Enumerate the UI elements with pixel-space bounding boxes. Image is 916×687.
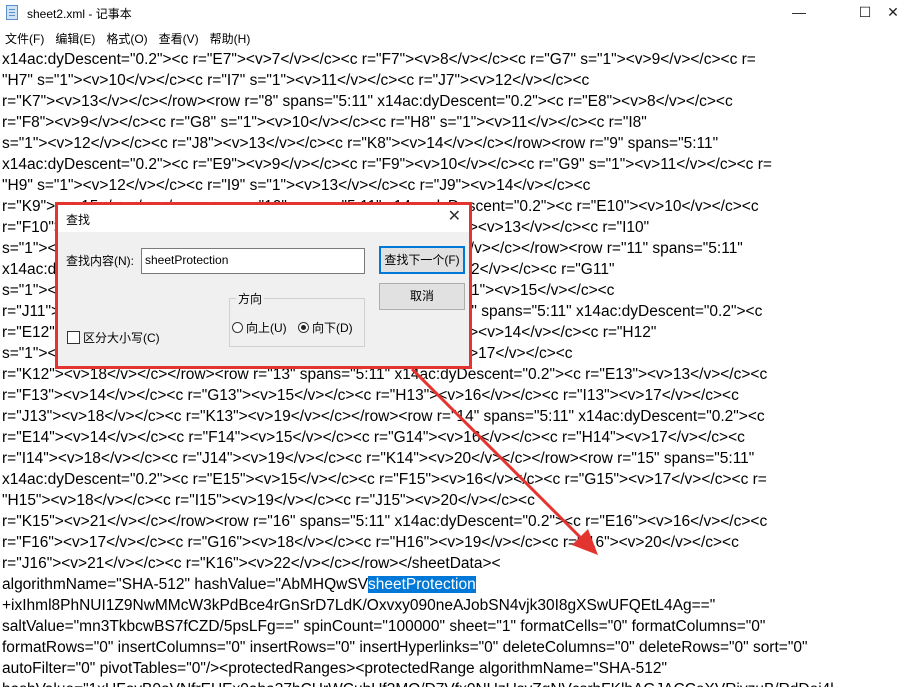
title-bar: sheet2.xml - 记事本 — ☐ ✕ <box>0 0 916 26</box>
selected-text: sheetProtection <box>368 576 476 593</box>
editor-line: r="K7"><v>13</v></c></row><row r="8" spa… <box>2 93 733 110</box>
editor-line: r="J13"><v>18</v></c><c r="K13"><v>19</v… <box>2 408 765 425</box>
window-title: sheet2.xml - 记事本 <box>27 7 132 21</box>
editor-line: r="F16"><v>17</v></c><c r="G16"><v>18</v… <box>2 534 739 551</box>
editor-line: algorithmName="SHA-512" hashValue="AbMHQ… <box>2 576 476 593</box>
editor-line: "H15"><v>18</v></c><c r="I15"><v>19</v><… <box>2 492 535 509</box>
find-dialog-titlebar: 查找 ✕ <box>58 205 469 232</box>
find-dialog: 查找 ✕ 查找内容(N): sheetProtection 查找下一个(F) 取… <box>58 205 469 366</box>
menu-help[interactable]: 帮助(H) <box>205 27 257 47</box>
editor-line: r="F8"><v>9</v></c><c r="G8" s="1"><v>10… <box>2 114 647 131</box>
editor-line: r="K15"><v>21</v></c></row><row r="16" s… <box>2 513 768 530</box>
match-case-checkbox[interactable]: 区分大小写(C) <box>67 329 160 346</box>
match-case-label: 区分大小写(C) <box>83 331 160 345</box>
menu-view[interactable]: 查看(V) <box>154 27 205 47</box>
editor-line: r="J16"><v>21</v></c><c r="K16"><v>22</v… <box>2 555 501 572</box>
editor-line: "H9" s="1"><v>12</v></c><c r="I9" s="1">… <box>2 177 591 194</box>
radio-up-icon[interactable] <box>232 322 243 333</box>
editor-line: r="E14"><v>14</v></c><c r="F14"><v>15</v… <box>2 429 745 446</box>
editor-line: x14ac:dyDescent="0.2"><c r="E7"><v>7</v>… <box>2 51 756 68</box>
find-what-label: 查找内容(N): <box>66 254 134 268</box>
checkbox-icon[interactable] <box>67 331 80 344</box>
editor-line: r="I14"><v>18</v></c><c r="J14"><v>19</v… <box>2 450 755 467</box>
radio-down-icon[interactable] <box>298 322 309 333</box>
direction-down-radio[interactable]: 向下(D) <box>298 319 353 336</box>
menu-format[interactable]: 格式(O) <box>101 27 153 47</box>
editor-line: x14ac:dyDescent="0.2"><c r="E15"><v>15</… <box>2 471 767 488</box>
menu-edit[interactable]: 编辑(E) <box>50 27 101 47</box>
notepad-icon <box>6 5 18 20</box>
direction-up-label: 向上(U) <box>246 321 287 335</box>
direction-label: 方向 <box>236 290 265 307</box>
find-next-button[interactable]: 查找下一个(F) <box>379 246 465 274</box>
find-dialog-title: 查找 <box>66 213 91 227</box>
direction-down-label: 向下(D) <box>312 321 353 335</box>
editor-line: formatRows="0" insertColumns="0" insertR… <box>2 639 808 656</box>
find-what-input[interactable]: sheetProtection <box>141 248 365 274</box>
editor-line: x14ac:dyDescent="0.2"><c r="E9"><v>9</v>… <box>2 156 772 173</box>
editor-line: saltValue="mn3TkbcwBS7fCZD/5psLFg==" spi… <box>2 618 766 635</box>
menu-bar: 文件(F) 编辑(E) 格式(O) 查看(V) 帮助(H) <box>0 27 916 47</box>
menu-file[interactable]: 文件(F) <box>0 27 50 47</box>
editor-line: +ixIhml8PhNUI1Z9NwMMcW3kPdBce4rGnSrD7LdK… <box>2 597 716 614</box>
editor-line: s="1"><v>12</v></c><c r="J8"><v>13</v></… <box>2 135 719 152</box>
editor-line: "H7" s="1"><v>10</v></c><c r="I7" s="1">… <box>2 72 590 89</box>
direction-up-radio[interactable]: 向上(U) <box>232 319 287 336</box>
editor-line: r="F13"><v>14</v></c><c r="G13"><v>15</v… <box>2 387 739 404</box>
find-dialog-close-icon[interactable]: ✕ <box>448 208 461 226</box>
editor-line: autoFilter="0" pivotTables="0"/><protect… <box>2 660 668 677</box>
cancel-button[interactable]: 取消 <box>379 283 465 310</box>
editor-line: hashValue="1xUFoyB0oVNfrEUEx0aba37hCHrWC… <box>2 679 834 687</box>
direction-group: 方向 向上(U) 向下(D) <box>229 290 365 347</box>
minimize-button[interactable]: — <box>776 0 822 26</box>
close-button[interactable]: ✕ <box>870 0 916 26</box>
